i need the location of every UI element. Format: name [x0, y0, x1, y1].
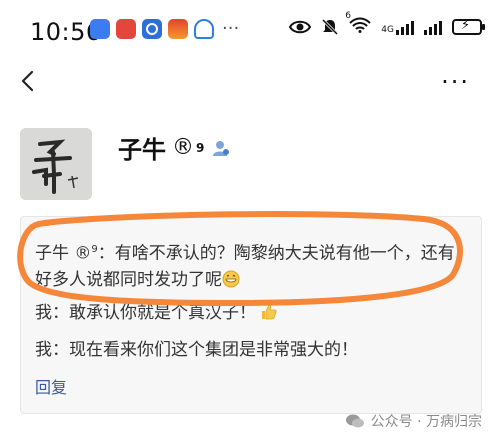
eye-icon	[289, 20, 312, 34]
thumbs-up-icon	[262, 304, 277, 320]
app-notification-icon	[116, 19, 136, 39]
system-icons: 6 4G ⚡	[289, 11, 485, 37]
app-notification-icon	[90, 19, 110, 39]
quoted-comment: 子牛 ®9：有啥不承认的？陶黎纳大夫说有他一个，还有好多人说都同时发功了呢	[35, 237, 455, 293]
back-icon[interactable]	[14, 66, 44, 96]
superscript: 9	[196, 140, 205, 155]
app-notification-icon	[142, 19, 162, 39]
app-notification-icon	[168, 19, 188, 39]
profile-name-text: 子牛	[118, 136, 166, 164]
grin-emoji-icon	[222, 270, 240, 288]
quoted-registered-mark: ®	[74, 243, 92, 264]
registered-mark: ®	[172, 135, 194, 160]
reply-line: 我：敢承认你就是个真汉子！	[35, 301, 278, 325]
reply-button[interactable]: 回复	[35, 374, 67, 398]
battery-icon: ⚡	[452, 18, 485, 35]
reply-line: 我：现在看来你们这个集团是非常强大的！	[35, 340, 358, 360]
quoted-author: 子牛	[35, 243, 69, 264]
wifi-icon: 6	[345, 11, 372, 37]
network-label: 4G	[381, 25, 394, 35]
cloud-app-icon	[194, 19, 214, 39]
watermark: 公众号 · 万病归宗	[345, 411, 482, 431]
profile-name: 子牛 ® 9	[118, 130, 230, 165]
more-options-icon[interactable]: ···	[441, 70, 470, 94]
wechat-icon	[345, 414, 364, 428]
quoted-text: ：有啥不承认的？陶黎纳大夫说有他一个，还有好多人说都同时发功了呢	[35, 243, 455, 290]
avatar[interactable]	[20, 128, 92, 200]
wifi-label: 6	[345, 11, 352, 21]
cellular-4g-icon: 4G	[381, 19, 414, 35]
watermark-text: 公众号 · 万病归宗	[370, 414, 482, 430]
reply-text: 我：敢承认你就是个真汉子！	[35, 303, 256, 323]
status-bar: 10:56 ··· 6 4G ⚡	[0, 0, 500, 60]
notification-icons: ···	[90, 19, 239, 39]
signal-icon	[424, 19, 442, 35]
more-notifications-icon: ···	[222, 18, 240, 39]
comment-card: 子牛 ®9：有啥不承认的？陶黎纳大夫说有他一个，还有好多人说都同时发功了呢 我：…	[20, 216, 482, 414]
person-icon	[213, 140, 230, 156]
mute-bell-icon	[322, 18, 339, 36]
